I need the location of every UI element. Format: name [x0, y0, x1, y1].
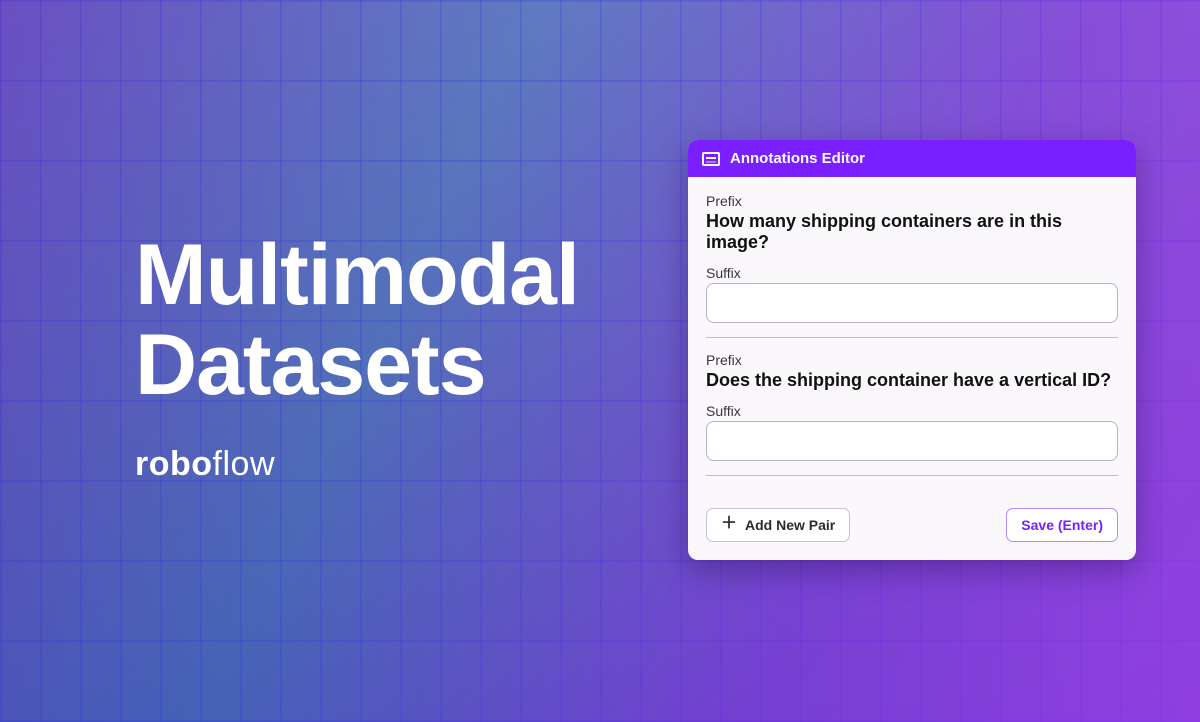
- hero-title-line1: Multimodal: [135, 227, 579, 323]
- add-pair-button[interactable]: ＋ Add New Pair: [706, 508, 850, 542]
- hero-title: Multimodal Datasets: [135, 230, 579, 411]
- panel-title: Annotations Editor: [730, 150, 865, 167]
- suffix-input[interactable]: [706, 283, 1118, 323]
- prefix-label: Prefix: [706, 352, 1118, 368]
- hero-stage: Multimodal Datasets roboflow Annotations…: [0, 0, 1200, 722]
- annotations-editor-panel: Annotations Editor Prefix How many shipp…: [688, 140, 1136, 560]
- save-label: Save (Enter): [1021, 517, 1103, 533]
- pair-divider: [706, 337, 1118, 338]
- hero-text-block: Multimodal Datasets roboflow: [135, 230, 579, 484]
- save-button[interactable]: Save (Enter): [1006, 508, 1118, 542]
- prefix-value: Does the shipping container have a verti…: [706, 370, 1118, 391]
- panel-footer: ＋ Add New Pair Save (Enter): [688, 504, 1136, 560]
- prefix-label: Prefix: [706, 193, 1118, 209]
- add-pair-label: Add New Pair: [745, 517, 835, 533]
- annotation-pair: Prefix Does the shipping container have …: [706, 352, 1118, 469]
- panel-body: Prefix How many shipping containers are …: [688, 177, 1136, 504]
- brand-text-bold: robo: [135, 445, 213, 483]
- suffix-input[interactable]: [706, 421, 1118, 461]
- hero-title-line2: Datasets: [135, 317, 486, 413]
- suffix-label: Suffix: [706, 265, 1118, 281]
- prefix-value: How many shipping containers are in this…: [706, 211, 1118, 253]
- editor-icon: [702, 152, 720, 166]
- suffix-label: Suffix: [706, 403, 1118, 419]
- panel-header: Annotations Editor: [688, 140, 1136, 177]
- annotation-pair: Prefix How many shipping containers are …: [706, 193, 1118, 331]
- brand-text-rest: flow: [213, 445, 275, 483]
- pair-divider: [706, 475, 1118, 476]
- brand-logo: roboflow: [135, 445, 579, 484]
